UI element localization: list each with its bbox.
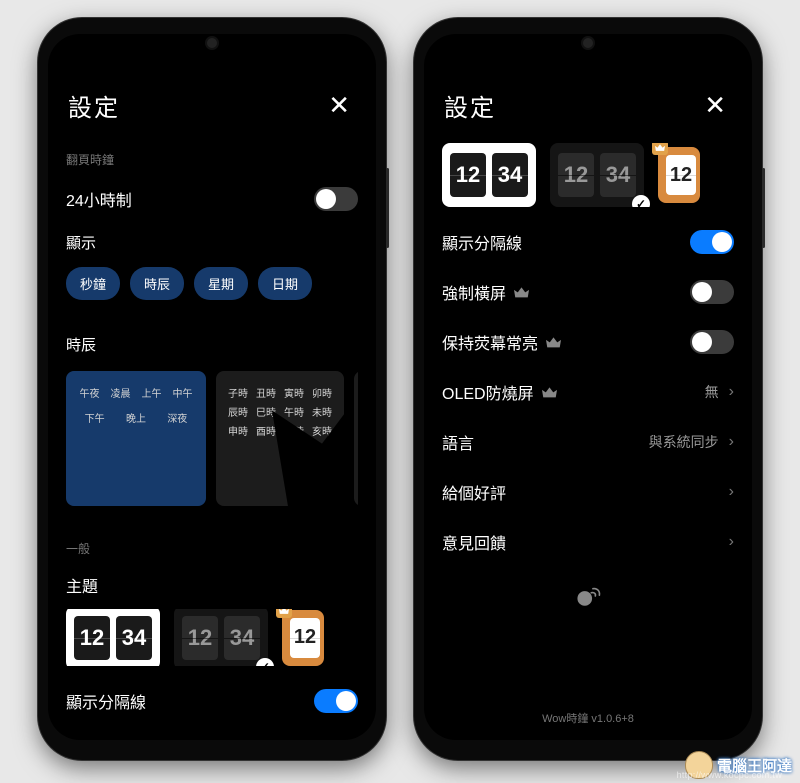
phone-right: 設定 ✕ 12 34 12 34 ✓ 12 顯示分隔線: [414, 18, 762, 760]
row-theme-label: 主題: [66, 563, 358, 601]
flip-digit: 12: [450, 153, 486, 197]
section-general: 一般: [66, 540, 358, 557]
flip-digit: 12: [182, 616, 218, 660]
weibo-icon[interactable]: [442, 585, 734, 613]
selected-check-icon: ✓: [256, 658, 274, 666]
flip-digit: 12: [558, 153, 594, 197]
chip-shichen[interactable]: 時辰: [130, 267, 184, 300]
watermark: 電腦王阿達 http://www.kocpc.com.tw: [685, 751, 792, 779]
row-24h[interactable]: 24小時制: [66, 174, 358, 224]
row-oled-label: OLED防燒屏: [442, 380, 534, 404]
shichen-styles: 午夜 凌晨 上午 中午 下午 晚上 深夜 子時 丑時: [66, 371, 358, 506]
screen-right: 設定 ✕ 12 34 12 34 ✓ 12 顯示分隔線: [424, 34, 752, 740]
crown-icon: [542, 386, 557, 398]
chip-week[interactable]: 星期: [194, 267, 248, 300]
screen-left: 設定 ✕ 翻頁時鐘 24小時制 顯示 秒鐘 時辰 星期 日期 時辰 午夜: [48, 34, 376, 740]
close-button[interactable]: ✕: [698, 86, 732, 125]
flip-digit: 12: [74, 616, 110, 660]
flip-digit: 34: [492, 153, 528, 197]
row-feedback[interactable]: 意見回饋 ›: [442, 517, 734, 567]
theme-orange[interactable]: 12: [282, 610, 324, 666]
shichen-style-1[interactable]: 午夜 凌晨 上午 中午 下午 晚上 深夜: [66, 371, 206, 506]
chip-date[interactable]: 日期: [258, 267, 312, 300]
close-button[interactable]: ✕: [322, 86, 356, 125]
crown-icon: [652, 143, 668, 155]
shichen-style-3[interactable]: 夜半 食時 晡時: [354, 371, 358, 506]
row-rate-label: 給個好評: [442, 480, 506, 504]
chevron-right-icon: ›: [729, 533, 734, 551]
theme-light[interactable]: 12 34: [442, 143, 536, 207]
row-divider-label: 顯示分隔線: [66, 689, 146, 713]
page-title: 設定: [444, 88, 496, 123]
row-24h-label: 24小時制: [66, 187, 132, 211]
flip-digit: 12: [666, 155, 696, 195]
theme-orange[interactable]: 12: [658, 147, 700, 203]
row-lang-label: 語言: [442, 430, 474, 454]
theme-options: 12 34 12 34 ✓ 12: [66, 609, 358, 666]
row-feedback-label: 意見回饋: [442, 530, 506, 554]
crown-icon: [222, 377, 236, 388]
row-landscape[interactable]: 強制橫屏: [442, 267, 734, 317]
section-shichen: 時辰: [66, 334, 358, 355]
toggle-divider[interactable]: [314, 689, 358, 713]
row-rate[interactable]: 給個好評 ›: [442, 467, 734, 517]
app-version: Wow時鐘 v1.0.6+8: [442, 700, 734, 726]
row-keepon-label: 保持荧幕常亮: [442, 330, 538, 354]
row-keep-screen-on[interactable]: 保持荧幕常亮: [442, 317, 734, 367]
phone-left: 設定 ✕ 翻頁時鐘 24小時制 顯示 秒鐘 時辰 星期 日期 時辰 午夜: [38, 18, 386, 760]
row-divider-label: 顯示分隔線: [442, 230, 522, 254]
theme-options: 12 34 12 34 ✓ 12: [442, 143, 734, 207]
chevron-right-icon: ›: [729, 483, 734, 501]
theme-dark[interactable]: 12 34 ✓: [174, 609, 268, 666]
row-oled[interactable]: OLED防燒屏 無 ›: [442, 367, 734, 417]
page-title: 設定: [68, 88, 120, 123]
flip-digit: 34: [116, 616, 152, 660]
flip-digit: 34: [600, 153, 636, 197]
row-oled-value: 無: [705, 382, 719, 402]
display-chips: 秒鐘 時辰 星期 日期: [66, 267, 358, 300]
toggle-divider[interactable]: [690, 230, 734, 254]
row-landscape-label: 強制橫屏: [442, 280, 506, 304]
theme-dark[interactable]: 12 34 ✓: [550, 143, 644, 207]
toggle-keepon[interactable]: [690, 330, 734, 354]
theme-light[interactable]: 12 34: [66, 609, 160, 666]
section-flipclock: 翻頁時鐘: [66, 151, 358, 168]
flip-digit: 34: [224, 616, 260, 660]
row-divider[interactable]: 顯示分隔線: [442, 217, 734, 267]
chip-seconds[interactable]: 秒鐘: [66, 267, 120, 300]
crown-icon: [514, 286, 529, 298]
crown-icon: [276, 609, 292, 617]
toggle-24h[interactable]: [314, 187, 358, 211]
selected-check-icon: ✓: [632, 195, 650, 207]
row-lang-value: 與系統同步: [649, 432, 719, 452]
toggle-landscape[interactable]: [690, 280, 734, 304]
chevron-right-icon: ›: [729, 383, 734, 401]
row-divider[interactable]: 顯示分隔線: [66, 676, 358, 726]
flip-digit: 12: [290, 618, 320, 658]
section-display: 顯示: [66, 232, 358, 253]
watermark-url: http://www.kocpc.com.tw: [677, 770, 782, 780]
shichen-style-2[interactable]: 子時 丑時 寅時 卯時 辰時 巳時 午時 未時 申時 酉時 戌時: [216, 371, 344, 506]
chevron-right-icon: ›: [729, 433, 734, 451]
row-language[interactable]: 語言 與系統同步 ›: [442, 417, 734, 467]
crown-icon: [546, 336, 561, 348]
